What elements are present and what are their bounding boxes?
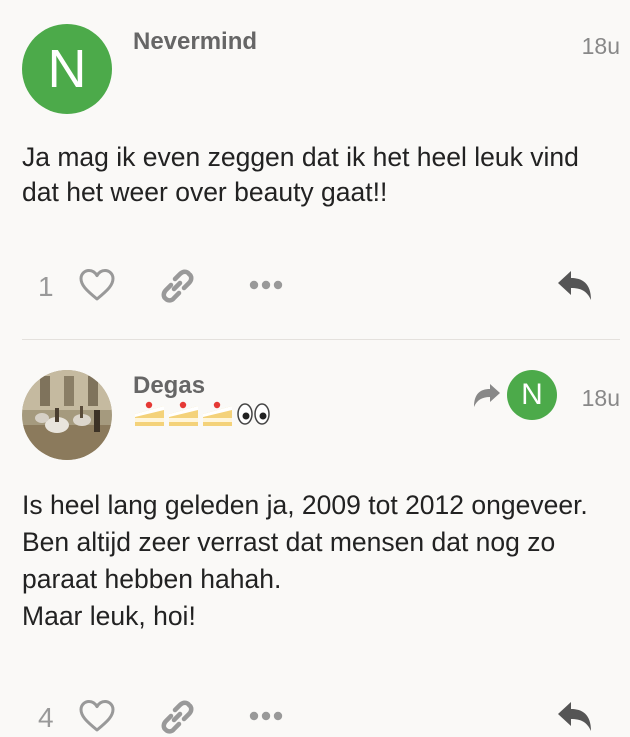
cake-eyes-emoji-icon [135,401,270,426]
more-icon[interactable] [248,710,284,722]
heart-icon[interactable] [78,699,116,733]
like-count: 4 [38,702,54,733]
post-body-paragraph: Is heel lang geleden ja, 2009 tot 2012 o… [22,490,588,594]
reply-arrow-icon [474,384,500,407]
reply-to-avatar[interactable]: N [507,370,557,420]
post-degas: Degas N 18u Is heel lang geleden ja, 200… [0,0,630,734]
post-body-paragraph: Maar leuk, hoi! [22,601,196,631]
post-actions: 4 [0,697,630,737]
link-icon[interactable] [158,698,196,736]
painting-avatar-image [22,370,112,460]
cake-emoji-1 [135,401,164,426]
reply-icon[interactable] [556,699,594,733]
username-degas[interactable]: Degas [133,372,205,400]
post-body: Is heel lang geleden ja, 2009 tot 2012 o… [22,487,622,635]
avatar-degas[interactable] [22,370,112,460]
post-time[interactable]: 18u [582,385,620,412]
